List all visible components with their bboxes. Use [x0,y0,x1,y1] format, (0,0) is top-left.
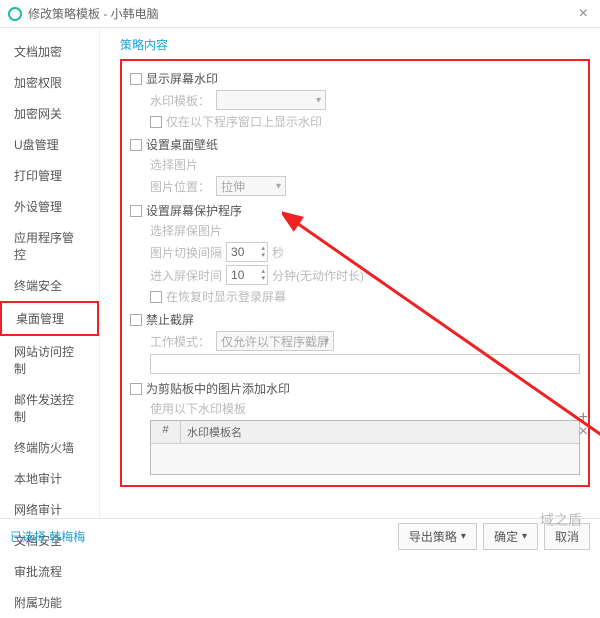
sidebar-item-6[interactable]: 应用程序管控 [0,222,99,270]
label-ss-enter: 进入屏保时间 [150,267,222,284]
checkbox-show-watermark[interactable] [130,73,142,85]
screenshot-programs-box[interactable] [150,354,580,374]
sidebar-item-8[interactable]: 桌面管理 [0,301,99,336]
checkbox-show-login[interactable] [150,291,162,303]
spinner-enter-value: 10 [231,268,244,282]
select-work-mode[interactable]: 仅允许以下程序截屏 [216,331,334,351]
policy-content-box: 显示屏幕水印 水印模板： 仅在以下程序窗口上显示水印 设置桌面壁纸 [120,59,590,487]
ok-button[interactable]: 确定 ▾ [483,523,538,550]
label-img-position: 图片位置： [150,178,210,195]
sidebar: 文档加密加密权限加密网关U盘管理打印管理外设管理应用程序管控终端安全桌面管理网站… [0,28,100,518]
sidebar-item-12[interactable]: 本地审计 [0,463,99,494]
select-work-mode-value: 仅允许以下程序截屏 [221,333,329,350]
app-logo-icon [8,7,22,21]
label-work-mode: 工作模式： [150,333,210,350]
footer-selected-prefix: 已选择 [10,530,46,544]
label-select-image: 选择图片 [150,156,198,173]
label-clipboard-wm: 为剪贴板中的图片添加水印 [146,380,290,397]
sidebar-item-16[interactable]: 附属功能 [0,587,99,618]
checkbox-wm-only[interactable] [150,116,162,128]
select-img-position[interactable]: 拉伸 [216,176,286,196]
export-button[interactable]: 导出策略 ▾ [398,523,477,550]
sidebar-item-1[interactable]: 加密权限 [0,67,99,98]
sidebar-item-0[interactable]: 文档加密 [0,36,99,67]
label-ss-interval-unit: 秒 [272,244,284,261]
sidebar-item-3[interactable]: U盘管理 [0,129,99,160]
sidebar-item-11[interactable]: 终端防火墙 [0,432,99,463]
close-icon[interactable]: × [575,5,592,23]
select-wm-template[interactable] [216,90,326,110]
chevron-down-icon: ▾ [461,531,466,542]
checkbox-wallpaper[interactable] [130,139,142,151]
table-col-index: # [151,421,181,443]
label-ss-interval: 图片切换间隔 [150,244,222,261]
label-screensaver: 设置屏幕保护程序 [146,202,242,219]
sidebar-item-7[interactable]: 终端安全 [0,270,99,301]
table-body [151,444,579,474]
footer-selected-name: 韩梅梅 [49,530,85,544]
section-title: 策略内容 [120,36,590,53]
table-col-name: 水印模板名 [181,421,579,443]
label-wm-only: 仅在以下程序窗口上显示水印 [166,113,322,130]
sidebar-item-9[interactable]: 网站访问控制 [0,336,99,384]
select-img-position-value: 拉伸 [221,178,245,195]
sidebar-item-15[interactable]: 审批流程 [0,556,99,587]
sidebar-item-10[interactable]: 邮件发送控制 [0,384,99,432]
label-show-watermark: 显示屏幕水印 [146,70,218,87]
label-wm-template: 水印模板： [150,92,210,109]
sidebar-item-4[interactable]: 打印管理 [0,160,99,191]
sidebar-item-5[interactable]: 外设管理 [0,191,99,222]
label-use-template: 使用以下水印模板 [150,400,246,417]
label-ss-enter-unit: 分钟(无动作时长) [272,267,364,284]
checkbox-screensaver[interactable] [130,205,142,217]
wm-template-table: # 水印模板名 [150,420,580,475]
chevron-down-icon: ▾ [522,531,527,542]
window-title: 修改策略模板 - 小韩电脑 [28,5,575,22]
checkbox-clipboard-wm[interactable] [130,383,142,395]
label-ss-image: 选择屏保图片 [150,222,222,239]
sidebar-item-2[interactable]: 加密网关 [0,98,99,129]
remove-icon[interactable]: × [579,425,588,439]
spinner-interval-value: 30 [231,245,244,259]
spinner-enter[interactable]: 10 [226,265,268,285]
label-no-screenshot: 禁止截屏 [146,311,194,328]
spinner-interval[interactable]: 30 [226,242,268,262]
checkbox-no-screenshot[interactable] [130,314,142,326]
cancel-button[interactable]: 取消 [544,523,590,550]
label-show-login: 在恢复时显示登录屏幕 [166,288,286,305]
label-wallpaper: 设置桌面壁纸 [146,136,218,153]
